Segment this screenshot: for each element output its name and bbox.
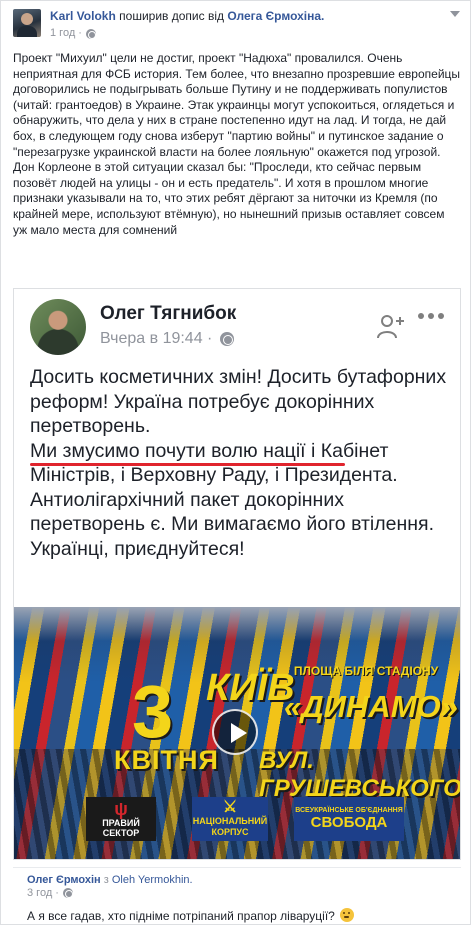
comment-meta-separator: · bbox=[55, 887, 59, 899]
comment-timestamp[interactable]: 3 год bbox=[27, 887, 52, 899]
comment-via: з Oleh Yermokhin. bbox=[104, 874, 193, 886]
comment-via-text: з bbox=[103, 874, 109, 886]
more-icon[interactable] bbox=[418, 313, 444, 321]
logo-2-text: НАЦІОНАЛЬНИЙ КОРПУС bbox=[192, 816, 268, 837]
video-street: ВУЛ. ГРУШЕВСЬКОГО,3 bbox=[259, 747, 460, 802]
globe-icon[interactable] bbox=[85, 28, 96, 39]
post-paragraph-1: Проект "Михуил" цели не достиг, проект "… bbox=[13, 51, 461, 159]
shared-post-timestamp[interactable]: Вчера в 19:44 · bbox=[100, 330, 212, 348]
video-month: КВІТНЯ bbox=[114, 745, 219, 775]
post-body: Проект "Михуил" цели не достиг, проект "… bbox=[13, 51, 461, 238]
shared-post[interactable]: Олег Тягнибок Вчера в 19:44 · Досить кос… bbox=[13, 288, 461, 860]
author-link[interactable]: Karl Volokh bbox=[50, 9, 116, 23]
video-stadium: «ДИНАМО» bbox=[284, 689, 458, 724]
logo-natsionalnyi-korpus: ⚔ НАЦІОНАЛЬНИЙ КОРПУС bbox=[192, 797, 268, 841]
chevron-down-icon[interactable] bbox=[450, 11, 460, 17]
logo-3-text: СВОБОДА bbox=[310, 814, 388, 831]
logo-pravyi-sektor: ψ ПРАВИЙ СЕКТОР bbox=[86, 797, 156, 841]
video-day: 3 bbox=[132, 670, 174, 753]
video-thumbnail[interactable]: 3 КВІТНЯ КИЇВ ПЛОЩА БІЛЯ СТАДІОНУ «ДИНАМ… bbox=[14, 607, 460, 859]
post-paragraph-2: Дон Корлеоне в этой ситуации сказал бы: … bbox=[13, 160, 445, 237]
video-sky bbox=[14, 607, 460, 641]
comment-text: А я все гадав, хто підніме потріпаний пр… bbox=[27, 908, 355, 923]
comment-via-link[interactable]: Oleh Yermokhin. bbox=[112, 874, 193, 886]
post-header-text: Karl Volokh поширив допис від Олега Єрмо… bbox=[50, 9, 324, 41]
comment-author[interactable]: Олег Єрмохін bbox=[27, 874, 101, 886]
shared-text-part-3: Антиолігархічний пакет докорінних перетв… bbox=[30, 488, 435, 536]
comment-meta: 3 год · bbox=[27, 887, 73, 899]
post-header-line: Karl Volokh поширив допис від Олега Єрмо… bbox=[50, 9, 324, 24]
wolfsangel-icon: ⚔ bbox=[222, 799, 238, 816]
shared-author-name[interactable]: Олег Тягнибок bbox=[100, 303, 236, 325]
shared-post-meta: Вчера в 19:44 · bbox=[100, 330, 235, 348]
play-icon[interactable] bbox=[212, 709, 258, 755]
post-timestamp[interactable]: 1 год bbox=[50, 26, 75, 41]
globe-icon bbox=[220, 332, 235, 346]
video-city: КИЇВ bbox=[206, 667, 295, 709]
meta-separator: · bbox=[78, 27, 82, 39]
trident-icon: ψ bbox=[114, 799, 128, 819]
post-header: Karl Volokh поширив допис від Олега Єрмо… bbox=[13, 9, 324, 41]
logo-1-text: ПРАВИЙ СЕКТОР bbox=[102, 818, 140, 838]
source-link[interactable]: Олега Єрмохіна. bbox=[227, 9, 324, 23]
post-meta: 1 год · bbox=[50, 26, 324, 41]
add-friend-icon[interactable] bbox=[376, 313, 406, 339]
author-avatar[interactable] bbox=[13, 9, 41, 37]
shared-text-part-4: Українці, приєднуйтеся! bbox=[30, 537, 245, 560]
thinking-face-icon bbox=[340, 908, 355, 922]
logo-svoboda: ВСЕУКРАЇНСЬКЕ ОБ'ЄДНАННЯ СВОБОДА bbox=[294, 797, 404, 841]
globe-icon bbox=[62, 888, 73, 898]
comment-divider bbox=[13, 867, 461, 868]
red-underline-mark bbox=[30, 463, 345, 466]
video-place-line: ПЛОЩА БІЛЯ СТАДІОНУ bbox=[293, 664, 439, 678]
feed-post: Karl Volokh поширив допис від Олега Єрмо… bbox=[0, 0, 471, 925]
share-action-text: поширив допис від bbox=[119, 9, 224, 23]
comment-header: Олег Єрмохін з Oleh Yermokhin. bbox=[27, 873, 193, 887]
shared-author-avatar[interactable] bbox=[30, 299, 86, 355]
shared-text-part-1: Досить косметичних змін! Досить бутафорн… bbox=[30, 366, 447, 437]
shared-text-underlined: Ми змусимо почути волю нації bbox=[30, 439, 306, 462]
comment-body: А я все гадав, хто підніме потріпаний пр… bbox=[27, 909, 335, 923]
